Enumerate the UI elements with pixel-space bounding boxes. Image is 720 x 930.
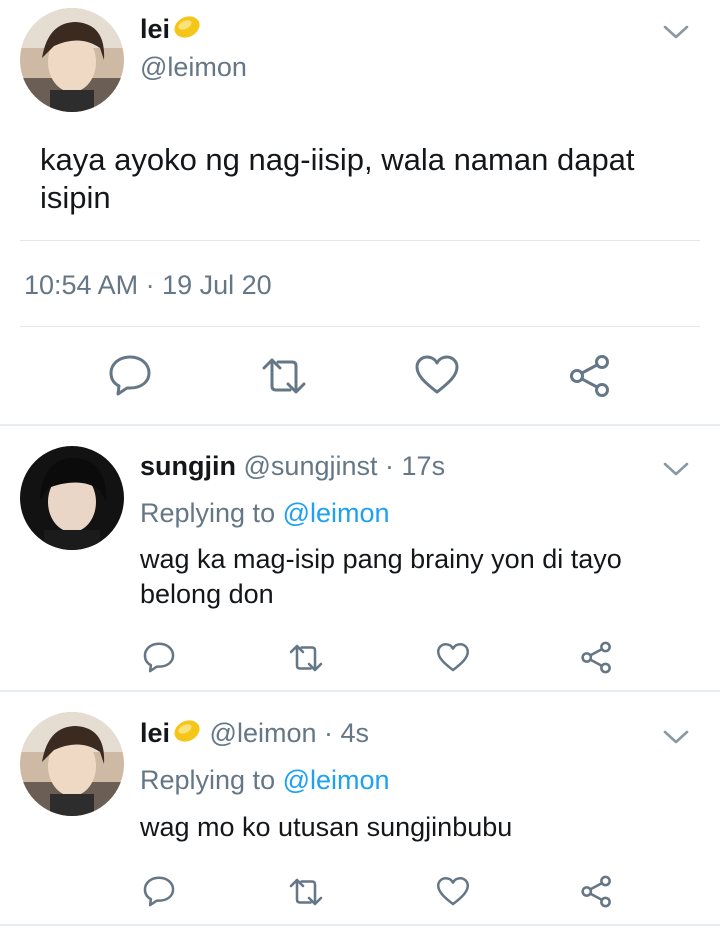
- heart-icon[interactable]: [414, 354, 460, 401]
- mention-link[interactable]: @leimon: [283, 498, 390, 528]
- avatar-image: [20, 8, 124, 112]
- handle[interactable]: @leimon: [140, 52, 247, 83]
- chevron-down-icon[interactable]: [662, 727, 690, 752]
- separator-dot: ·: [385, 451, 395, 481]
- tweet-text-line: wag ka mag-isip pang brainy yon di tayo: [140, 544, 622, 574]
- heart-icon[interactable]: [436, 876, 470, 912]
- avatar[interactable]: [20, 712, 124, 816]
- display-name-text: lei: [140, 14, 171, 44]
- tweet-age[interactable]: 17s: [402, 451, 446, 481]
- chevron-down-icon[interactable]: [662, 459, 690, 484]
- tweet-text: kaya ayoko ng nag-iisip, wala naman dapa…: [40, 141, 635, 217]
- tweet-text-line: isipin: [40, 180, 111, 215]
- share-icon[interactable]: [580, 875, 613, 913]
- tweet-text-line: wag mo ko utusan sungjinbubu: [140, 812, 513, 842]
- replying-to: Replying to @leimon: [140, 765, 390, 796]
- tweet-text: wag ka mag-isip pang brainy yon di tayo …: [140, 542, 622, 612]
- reply-icon[interactable]: [142, 874, 176, 913]
- retweet-icon[interactable]: [260, 356, 308, 401]
- divider: [20, 326, 700, 327]
- display-name[interactable]: lei: [140, 14, 202, 47]
- chevron-down-icon[interactable]: [662, 22, 690, 47]
- display-name-text: lei: [140, 718, 171, 748]
- replying-to-label: Replying to: [140, 498, 276, 528]
- share-icon[interactable]: [568, 354, 612, 403]
- reply-header: sungjin @sungjinst · 17s: [140, 451, 445, 482]
- tweet-time: 10:54 AM: [24, 270, 139, 300]
- tweet-age[interactable]: 4s: [341, 718, 370, 748]
- divider: [20, 240, 700, 241]
- reply-icon[interactable]: [142, 640, 176, 679]
- reply-icon[interactable]: [107, 352, 153, 403]
- section-divider: [0, 690, 720, 692]
- heart-icon[interactable]: [436, 642, 470, 678]
- tweet-text-line: belong don: [140, 579, 274, 609]
- avatar-image: [20, 446, 124, 550]
- separator-dot: ·: [145, 270, 155, 300]
- avatar-image: [20, 712, 124, 816]
- section-divider: [0, 424, 720, 426]
- tweet-text-line: kaya ayoko ng nag-iisip, wala naman dapa…: [40, 142, 635, 177]
- tweet-text: wag mo ko utusan sungjinbubu: [140, 810, 512, 845]
- lemon-icon: [172, 14, 202, 47]
- replying-to-label: Replying to: [140, 765, 276, 795]
- section-divider: [0, 924, 720, 926]
- lemon-icon: [172, 718, 202, 751]
- separator-dot: ·: [324, 718, 334, 748]
- timestamp[interactable]: 10:54 AM · 19 Jul 20: [24, 270, 272, 301]
- share-icon[interactable]: [580, 641, 613, 679]
- reply-header: lei @leimon · 4s: [140, 718, 369, 751]
- replying-to: Replying to @leimon: [140, 498, 390, 529]
- mention-link[interactable]: @leimon: [283, 765, 390, 795]
- handle[interactable]: @sungjinst: [244, 451, 378, 481]
- avatar[interactable]: [20, 8, 124, 112]
- handle[interactable]: @leimon: [210, 718, 317, 748]
- avatar[interactable]: [20, 446, 124, 550]
- retweet-icon[interactable]: [288, 877, 324, 912]
- retweet-icon[interactable]: [288, 643, 324, 678]
- display-name[interactable]: sungjin: [140, 451, 236, 481]
- tweet-date: 19 Jul 20: [162, 270, 272, 300]
- display-name[interactable]: lei: [140, 718, 202, 748]
